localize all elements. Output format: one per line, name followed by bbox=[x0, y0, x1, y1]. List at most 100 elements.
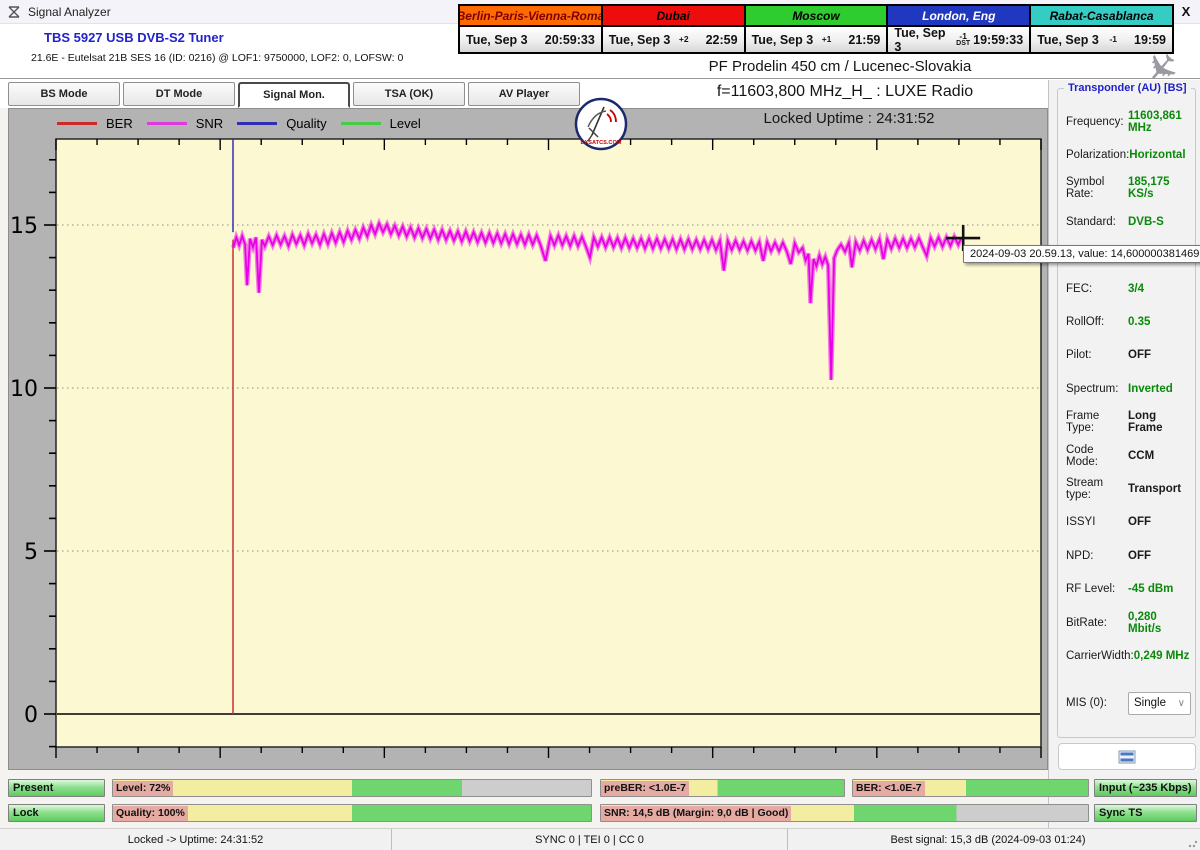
row-label: Stream type: bbox=[1066, 476, 1104, 501]
row-label: FEC: bbox=[1066, 282, 1093, 295]
row-value: OFF bbox=[1128, 349, 1151, 362]
row-label: ISSYI bbox=[1066, 516, 1096, 529]
svg-text:15: 15 bbox=[10, 214, 38, 239]
legend-line-icon bbox=[57, 122, 97, 125]
row-label: Polarization: bbox=[1066, 149, 1130, 162]
row-label: Code Mode: bbox=[1066, 443, 1098, 468]
input-indicator: Input (~235 Kbps) bbox=[1094, 779, 1197, 797]
transponder-row: Pilot: OFF bbox=[1058, 339, 1195, 372]
legend-line-icon bbox=[237, 122, 278, 125]
transponder-row: CarrierWidth: 0,249 MHz bbox=[1058, 639, 1195, 672]
legend-label: BER bbox=[106, 116, 133, 131]
transponder-panel: Transponder (AU) [BS] Frequency: 11603,86… bbox=[1048, 80, 1200, 828]
transponder-row: FEC: 3/4 bbox=[1058, 272, 1195, 305]
logo-text: DXSATCS.COM bbox=[581, 140, 622, 146]
clock-city: Moscow bbox=[743, 4, 889, 27]
transponder-row: Stream type: Transport bbox=[1058, 472, 1195, 505]
transponder-rows: Frequency: 11603,861 MHz Polarization: Hori… bbox=[1058, 105, 1195, 720]
transponder-title: Transponder (AU) [BS] bbox=[1064, 82, 1191, 94]
transponder-row: Frame Type: Long Frame bbox=[1058, 406, 1195, 439]
clock-city: Dubai bbox=[600, 4, 746, 27]
transponder-row: RollOff: 0.35 bbox=[1058, 305, 1195, 338]
tuner-name: TBS 5927 USB DVB-S2 Tuner bbox=[44, 30, 224, 45]
frequency-service-line: f=11603,800 MHz_H_ : LUXE Radio bbox=[716, 83, 974, 100]
transponder-row: Spectrum: Inverted bbox=[1058, 372, 1195, 405]
ts-record-button[interactable] bbox=[1058, 743, 1196, 770]
transponder-row: Code Mode: CCM bbox=[1058, 439, 1195, 472]
legend-label: SNR bbox=[195, 116, 224, 131]
row-value: 3/4 bbox=[1128, 282, 1144, 295]
legend-line-icon bbox=[340, 122, 381, 125]
transponder-row: Standard: DVB-S bbox=[1058, 205, 1195, 238]
row-label: Frame Type: bbox=[1066, 410, 1100, 435]
signal-chart[interactable]: 0 5 10 15 bbox=[10, 138, 1042, 758]
clock-city: Rabat-Casablanca bbox=[1029, 4, 1174, 27]
clock-time: Tue, Sep 3 -1 19:59 bbox=[1029, 25, 1174, 54]
statusbar-uptime: Locked -> Uptime: 24:31:52 bbox=[0, 829, 392, 850]
row-value: CCM bbox=[1128, 449, 1155, 462]
transponder-row: BitRate: 0,280 Mbit/s bbox=[1058, 606, 1195, 639]
chevron-down-icon: ∨ bbox=[1177, 697, 1185, 709]
mode-button-signal-mon[interactable]: Signal Mon. bbox=[238, 82, 350, 108]
row-value: -45 dBm bbox=[1128, 583, 1174, 596]
row-label: Standard: bbox=[1066, 215, 1116, 228]
clocks-close-icon[interactable]: X bbox=[1178, 4, 1194, 20]
dxsatcs-logo: DXSATCS.COM bbox=[574, 97, 628, 151]
mode-button-bs-mode[interactable]: BS Mode bbox=[8, 82, 120, 106]
row-value: 0,280 Mbit/s bbox=[1128, 610, 1162, 635]
transponder-row: Polarization: Horizontal bbox=[1058, 138, 1195, 171]
mis-dropdown[interactable]: Single ∨ bbox=[1128, 691, 1191, 715]
row-label: CarrierWidth: bbox=[1066, 649, 1134, 662]
stream-list-icon bbox=[1118, 750, 1136, 763]
mis-value: Single bbox=[1134, 697, 1166, 710]
legend-item-ber: BER bbox=[57, 116, 133, 131]
snr-bar: SNR: 14,5 dB (Margin: 9,0 dB | Good) bbox=[600, 804, 1089, 822]
quality-bar: Quality: 100% bbox=[112, 804, 592, 822]
row-value: 0,249 MHz bbox=[1133, 649, 1190, 662]
legend-label: Quality bbox=[286, 116, 327, 131]
syncts-indicator: Sync TS bbox=[1094, 804, 1197, 822]
row-value: 185,175 KS/s bbox=[1128, 176, 1170, 201]
row-value: Inverted bbox=[1128, 382, 1173, 395]
row-value: Long Frame bbox=[1128, 410, 1163, 435]
world-clocks: Berlin-Paris-Vienna-Roma Dubai Moscow Londo… bbox=[458, 4, 1174, 54]
row-value: 0.35 bbox=[1128, 316, 1151, 329]
locked-uptime-line: Locked Uptime : 24:31:52 bbox=[763, 110, 935, 127]
transponder-row: NPD: OFF bbox=[1058, 539, 1195, 572]
signal-analyzer-window: Signal Analyzer TBS 5927 USB DVB-S2 Tune… bbox=[0, 0, 1200, 850]
chart-tooltip: 2024-09-03 20.59.13, value: 14,600000381… bbox=[963, 245, 1200, 263]
chart-legend: BER SNR Quality Level bbox=[57, 116, 421, 131]
ber-bar: BER: <1.0E-7 bbox=[852, 779, 1089, 797]
row-label: NPD: bbox=[1066, 549, 1094, 562]
chart-panel: BER SNR Quality Level Locked Uptime : 24:31… bbox=[8, 108, 1048, 770]
mis-row: MIS (0): Single ∨ bbox=[1058, 687, 1195, 720]
row-label: RollOff: bbox=[1066, 316, 1105, 329]
legend-item-snr: SNR bbox=[146, 116, 224, 131]
row-label: Pilot: bbox=[1066, 349, 1092, 362]
dish-location-line: PF Prodelin 450 cm / Lucenec-Slovakia bbox=[708, 58, 972, 75]
row-value: OFF bbox=[1128, 516, 1151, 529]
transponder-row: RF Level: -45 dBm bbox=[1058, 572, 1195, 605]
lock-indicator: Lock bbox=[8, 804, 105, 822]
row-label: Frequency: bbox=[1066, 115, 1124, 128]
row-label: Spectrum: bbox=[1066, 382, 1119, 395]
legend-item-quality: Quality bbox=[237, 116, 327, 131]
tuner-info: 21.6E - Eutelsat 21B SES 16 (ID: 0216) @… bbox=[31, 52, 404, 64]
legend-line-icon bbox=[146, 122, 187, 125]
header: TBS 5927 USB DVB-S2 Tuner 21.6E - Eutels… bbox=[0, 4, 1200, 96]
row-value: Transport bbox=[1128, 482, 1182, 495]
resize-grip-icon[interactable] bbox=[1188, 838, 1198, 848]
mode-button-tsa-ok[interactable]: TSA (OK) bbox=[353, 82, 465, 106]
mode-button-dt-mode[interactable]: DT Mode bbox=[123, 82, 235, 106]
mis-label: MIS (0): bbox=[1066, 697, 1107, 710]
mode-button-av-player[interactable]: AV Player bbox=[468, 82, 580, 106]
transponder-row: Symbol Rate: 185,175 KS/s bbox=[1058, 172, 1195, 205]
transponder-row: Frequency: 11603,861 MHz bbox=[1058, 105, 1195, 138]
transponder-row: ISSYI OFF bbox=[1058, 506, 1195, 539]
statusbar: Locked -> Uptime: 24:31:52 SYNC 0 | TEI … bbox=[0, 828, 1200, 850]
row-label: RF Level: bbox=[1066, 583, 1116, 596]
row-value: Horizontal bbox=[1129, 149, 1186, 162]
clock-city: London, Eng bbox=[886, 4, 1032, 27]
clock-time: Tue, Sep 3 -1 DST 19:59:33 bbox=[886, 25, 1032, 54]
svg-text:10: 10 bbox=[10, 377, 38, 402]
